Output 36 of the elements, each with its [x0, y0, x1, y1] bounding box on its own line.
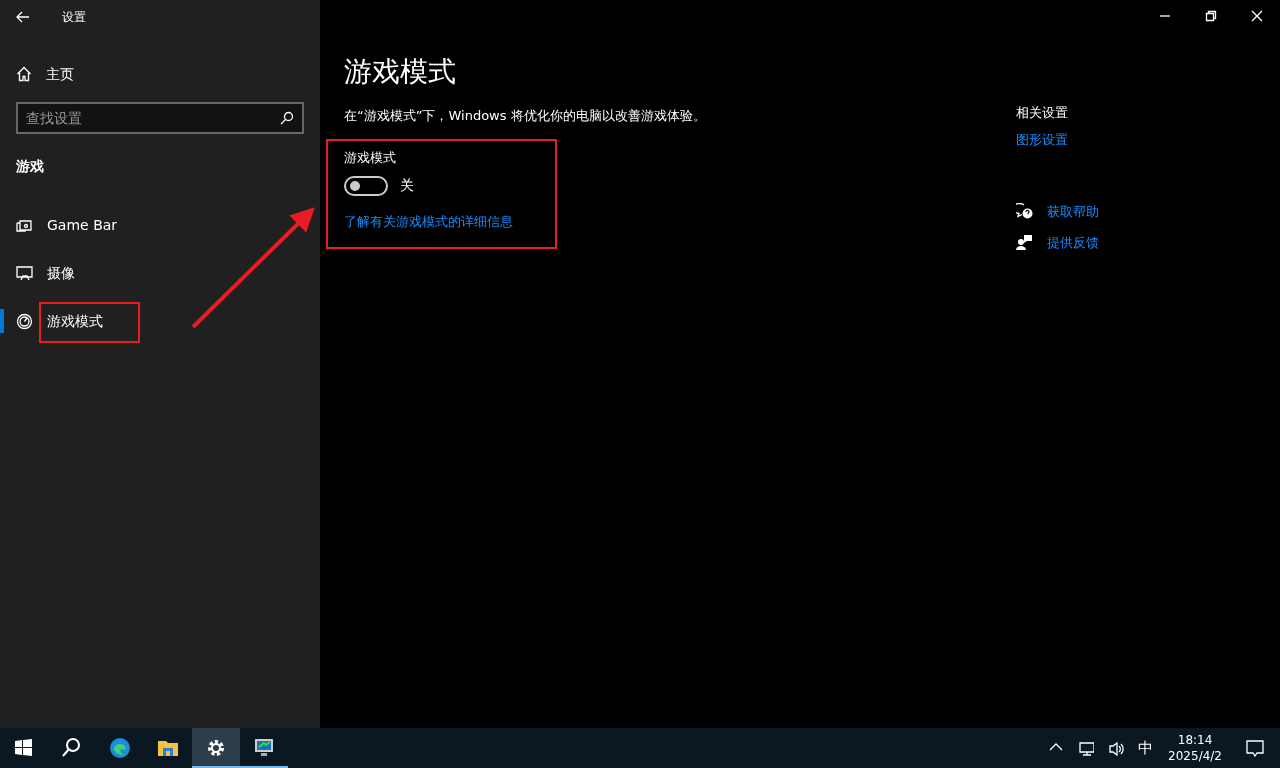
section-heading: 游戏 — [16, 157, 45, 176]
setting-label: 游戏模式 — [344, 148, 397, 167]
clock-button[interactable]: 18:14 2025/4/2 — [1160, 731, 1230, 765]
toggle-switch[interactable] — [344, 175, 388, 196]
page-title: 游戏模式 — [344, 54, 456, 90]
sidebar-item[interactable]: 摄像 — [0, 249, 320, 297]
window-title: 设置 — [62, 9, 86, 26]
start-icon — [13, 737, 35, 759]
search-icon — [280, 111, 294, 125]
speaker-icon — [1108, 740, 1125, 756]
chat-bubble-icon — [1246, 739, 1264, 757]
close-icon — [1251, 10, 1263, 22]
related-link[interactable]: 图形设置 — [1016, 132, 1068, 147]
sidebar-item[interactable]: 游戏模式 — [0, 297, 320, 345]
taskbar-button[interactable] — [192, 728, 240, 768]
home-icon — [16, 66, 32, 82]
monitor-icon — [253, 737, 275, 759]
feedback-person-icon — [1016, 234, 1033, 251]
related-settings-heading: 相关设置 — [1016, 104, 1068, 122]
search-icon — [61, 737, 83, 759]
learn-more-link[interactable]: 了解有关游戏模式的详细信息 — [344, 212, 513, 232]
toggle-state-text: 关 — [400, 176, 414, 195]
input-method-button[interactable]: 中 — [1131, 728, 1161, 768]
get-help-link[interactable]: 获取帮助 — [1047, 201, 1099, 222]
browser-icon — [109, 737, 131, 759]
description-text: 在“游戏模式”下，Windows 将优化你的电脑以改善游戏体验。 — [344, 107, 707, 125]
gear-icon — [205, 737, 227, 759]
back-arrow-icon — [16, 11, 30, 23]
search-field[interactable]: 查找设置 — [16, 102, 304, 134]
home-nav-item[interactable]: 主页 — [0, 56, 320, 92]
network-monitor-icon — [1078, 740, 1095, 756]
feedback-link[interactable]: 提供反馈 — [1047, 232, 1099, 253]
sidebar-item[interactable]: Game Bar — [0, 201, 320, 249]
screen-capture-icon — [16, 264, 33, 282]
restore-icon — [1205, 10, 1217, 22]
gauge-icon — [16, 312, 33, 330]
